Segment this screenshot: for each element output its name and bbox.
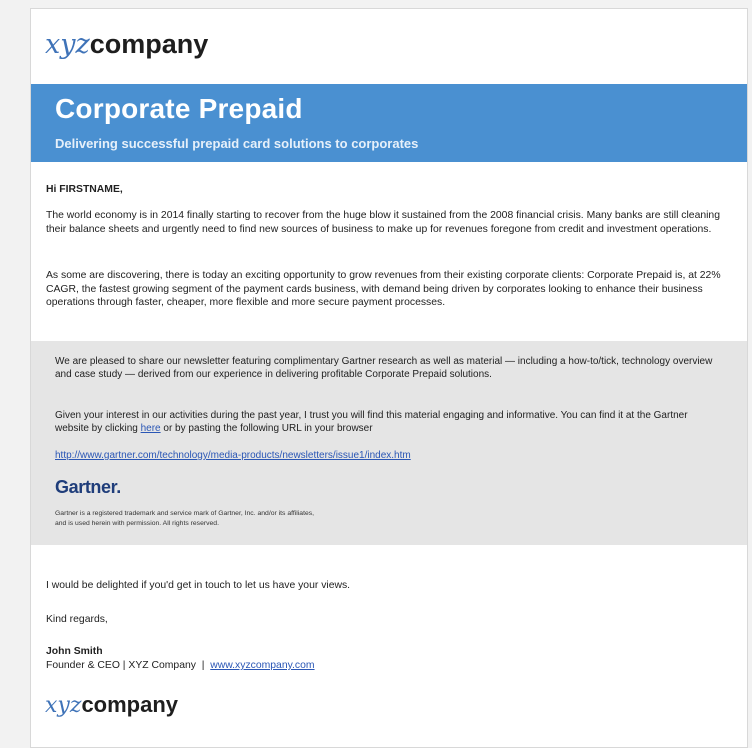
signature-title-line: Founder & CEO | XYZ Company | www.xyzcom…: [46, 659, 736, 673]
logo-xyz-text: xyz: [45, 693, 82, 718]
banner-subtitle: Delivering successful prepaid card solut…: [55, 136, 419, 151]
gartner-url-link[interactable]: http://www.gartner.com/technology/media-…: [55, 449, 411, 462]
logo-xyz-text: xyz: [45, 29, 90, 60]
signature-title: Founder & CEO | XYZ Company: [46, 660, 196, 671]
corporate-prepaid-banner: Corporate Prepaid Delivering successful …: [31, 84, 747, 162]
newsletter-paragraph-2-end: or by pasting the following URL in your …: [160, 423, 373, 435]
greeting: Hi FIRSTNAME,: [46, 184, 123, 195]
gartner-logo-text: Gartner: [55, 477, 117, 497]
gartner-logo-dot: .: [116, 477, 121, 497]
kind-regards: Kind regards,: [46, 614, 108, 625]
closing-line: I would be delighted if you'd get in tou…: [46, 580, 351, 591]
newsletter-paragraph-1: We are pleased to share our newsletter f…: [55, 356, 713, 381]
banner-title: Corporate Prepaid: [55, 93, 303, 124]
disclaimer-line-2: and is used herein with permission. All …: [55, 520, 219, 527]
signature-name: John Smith: [46, 646, 103, 657]
newsletter-panel: We are pleased to share our newsletter f…: [31, 341, 747, 545]
here-link[interactable]: here: [141, 423, 161, 434]
signature-separator: |: [201, 660, 205, 671]
intro-paragraph-2: As some are discovering, there is today …: [46, 270, 721, 308]
gartner-disclaimer: Gartner is a registered trademark and se…: [55, 509, 475, 529]
logo-company-text: company: [89, 29, 209, 59]
intro-paragraph-1: The world economy is in 2014 finally sta…: [46, 210, 720, 235]
xyzcompany-logo-top: xyzcompany: [45, 29, 208, 60]
gartner-logo: Gartner.: [55, 477, 121, 498]
website-link[interactable]: www.xyzcompany.com: [210, 660, 314, 671]
disclaimer-line-1: Gartner is a registered trademark and se…: [55, 510, 315, 517]
email-newsletter: xyzcompany Corporate Prepaid Delivering …: [30, 8, 748, 748]
newsletter-paragraph-2: Given your interest in our activities du…: [55, 409, 715, 435]
logo-company-text: company: [81, 692, 179, 717]
xyzcompany-logo-bottom: xyzcompany: [45, 692, 178, 718]
